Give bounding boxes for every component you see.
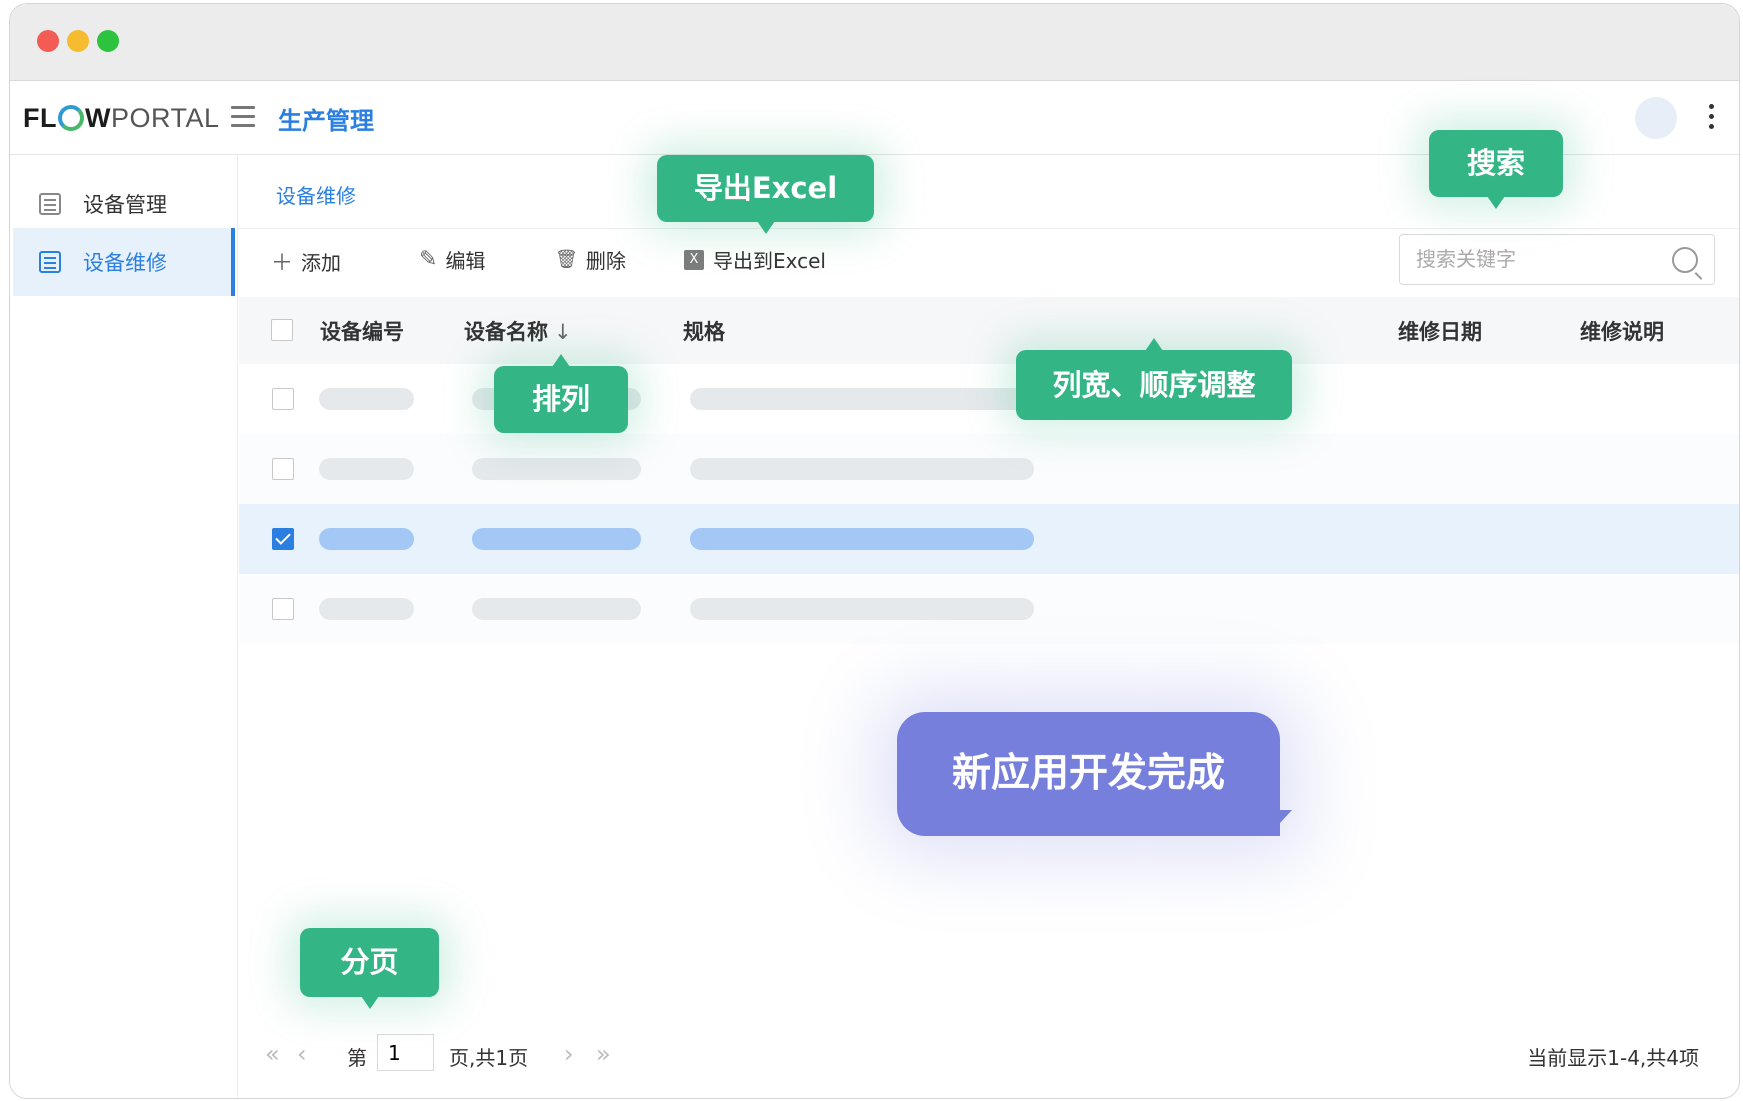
add-label: 添加	[301, 250, 342, 275]
callout-export-excel: 导出Excel	[657, 155, 874, 234]
column-header-label: 设备名称	[464, 320, 548, 344]
callout-sort: 排列	[494, 354, 628, 433]
placeholder-cell	[319, 388, 414, 410]
placeholder-cell	[690, 388, 1034, 410]
callout-label: 新应用开发完成	[951, 751, 1225, 796]
table-row-selected[interactable]	[239, 504, 1739, 574]
menu-icon[interactable]	[231, 106, 255, 128]
callout-tail	[1268, 810, 1292, 836]
record-count-info: 当前显示1-4,共4项	[1527, 1046, 1699, 1070]
placeholder-cell	[472, 598, 641, 620]
row-checkbox[interactable]	[272, 388, 294, 410]
table-header: 设备编号 设备名称 ↓ 规格 维修日期 维修说明	[239, 297, 1739, 364]
column-header-spec[interactable]: 规格	[683, 316, 725, 346]
delete-label: 删除	[585, 249, 626, 273]
placeholder-cell	[319, 458, 414, 480]
close-window-button[interactable]	[37, 30, 59, 52]
flowportal-logo[interactable]: FL WPORTAL	[23, 103, 220, 134]
column-header-repair-note[interactable]: 维修说明	[1580, 316, 1664, 346]
select-all-checkbox[interactable]	[271, 319, 293, 341]
title-bar	[10, 4, 1739, 81]
row-checkbox[interactable]	[272, 458, 294, 480]
logo-text-fl: FL	[23, 103, 57, 133]
callout-app-complete: 新应用开发完成	[897, 712, 1280, 836]
avatar[interactable]	[1635, 97, 1677, 139]
app-title: 生产管理	[278, 107, 374, 135]
callout-label: 搜索	[1466, 146, 1525, 180]
trash-icon: 🗑	[555, 249, 578, 270]
callout-search: 搜索	[1429, 130, 1563, 209]
edit-label: 编辑	[445, 249, 486, 273]
placeholder-cell	[319, 598, 414, 620]
plus-icon: ＋	[271, 251, 294, 276]
placeholder-cell	[472, 458, 641, 480]
callout-label: 列宽、顺序调整	[1052, 368, 1256, 402]
zoom-window-button[interactable]	[97, 30, 119, 52]
sidebar-item-label: 设备管理	[83, 193, 167, 217]
search-input[interactable]	[1400, 235, 1650, 282]
sidebar-item-label: 设备维修	[83, 251, 167, 275]
logo-o-icon	[58, 105, 84, 131]
last-page-icon[interactable]: »	[596, 1040, 611, 1068]
export-excel-button[interactable]: X 导出到Excel	[684, 245, 826, 274]
breadcrumb[interactable]: 设备维修	[276, 180, 356, 209]
toolbar: ＋ 添加 ✎ 编辑 🗑 删除 X 导出到Excel	[239, 228, 1739, 296]
list-icon	[39, 193, 61, 215]
page-total: 页,共1页	[449, 1046, 529, 1070]
logo-text-w: W	[85, 103, 111, 133]
minimize-window-button[interactable]	[67, 30, 89, 52]
callout-label: 分页	[340, 945, 399, 979]
first-page-icon[interactable]: «	[265, 1040, 280, 1068]
callout-label: 排列	[531, 382, 590, 416]
list-icon	[39, 251, 61, 273]
sidebar: 设备管理 设备维修	[10, 156, 238, 1098]
excel-icon: X	[684, 249, 704, 270]
page-prefix: 第	[347, 1046, 367, 1070]
pagination: « ‹ 第 页,共1页 › » 当前显示1-4,共4项	[239, 1034, 1739, 1074]
search-box	[1399, 234, 1715, 285]
placeholder-cell	[472, 528, 641, 550]
column-header-repair-date[interactable]: 维修日期	[1398, 316, 1482, 346]
table-row[interactable]	[239, 574, 1739, 644]
callout-column-adjust: 列宽、顺序调整	[1016, 338, 1292, 420]
sort-desc-icon[interactable]: ↓	[554, 320, 572, 344]
column-header-equipment-name[interactable]: 设备名称 ↓	[464, 316, 572, 346]
edit-button[interactable]: ✎ 编辑	[419, 245, 485, 274]
prev-page-icon[interactable]: ‹	[297, 1040, 307, 1068]
search-icon[interactable]	[1672, 247, 1698, 273]
placeholder-cell	[690, 528, 1034, 550]
export-label: 导出到Excel	[713, 249, 826, 273]
next-page-icon[interactable]: ›	[564, 1040, 574, 1068]
more-vertical-icon[interactable]	[1709, 104, 1715, 132]
placeholder-cell	[319, 528, 414, 550]
table-row[interactable]	[239, 434, 1739, 504]
pencil-icon: ✎	[419, 247, 438, 272]
callout-label: 导出Excel	[693, 171, 838, 205]
logo-text-portal: PORTAL	[110, 103, 220, 133]
placeholder-cell	[690, 458, 1034, 480]
row-checkbox-checked[interactable]	[272, 528, 294, 550]
page-number-input[interactable]	[377, 1034, 434, 1071]
sidebar-item-equipment-repair[interactable]: 设备维修	[13, 228, 235, 296]
callout-pagination: 分页	[300, 928, 439, 1009]
placeholder-cell	[690, 598, 1034, 620]
column-header-equipment-no[interactable]: 设备编号	[320, 316, 404, 346]
delete-button[interactable]: 🗑 删除	[555, 245, 626, 274]
table-row[interactable]	[239, 364, 1739, 434]
main-content: 设备维修 ＋ 添加 ✎ 编辑 🗑 删除 X 导出到Excel 搜索关键字 设备编…	[239, 156, 1739, 1098]
row-checkbox[interactable]	[272, 598, 294, 620]
add-button[interactable]: ＋ 添加	[271, 245, 341, 277]
